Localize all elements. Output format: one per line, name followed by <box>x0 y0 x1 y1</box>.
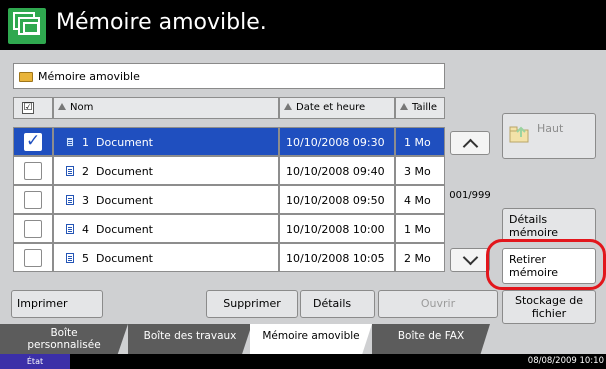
folder-up-icon <box>509 126 529 143</box>
file-name-cell: 5 Document <box>53 243 279 272</box>
document-icon <box>66 253 74 263</box>
tab-job-box[interactable]: Boîte des travaux <box>128 324 252 354</box>
document-icon <box>66 166 74 176</box>
file-storage-button[interactable]: Stockage de fichier <box>502 290 596 324</box>
delete-button[interactable]: Supprimer <box>206 290 298 318</box>
path-text: Mémoire amovible <box>38 70 140 83</box>
row-checkbox[interactable] <box>24 162 42 180</box>
screen: Mémoire amovible. Mémoire amovible ☑ Nom… <box>0 0 606 369</box>
print-button[interactable]: Imprimer <box>11 290 103 318</box>
row-checkbox[interactable] <box>24 191 42 209</box>
status-button[interactable]: État <box>0 354 70 369</box>
file-size-cell: 1 Mo <box>395 127 445 156</box>
table-row[interactable]: 2 Document 10/10/2008 09:40 3 Mo <box>13 156 445 185</box>
memory-details-label-line1: Détails <box>509 213 548 226</box>
column-header-size[interactable]: Taille <box>395 97 445 119</box>
tab-custom-box-label-line1: Boîte <box>50 327 78 339</box>
tab-custom-box-label-line2: personnalisée <box>27 339 101 351</box>
sort-asc-icon <box>284 103 292 110</box>
file-size-cell: 4 Mo <box>395 185 445 214</box>
tab-fax-box-label: Boîte de FAX <box>397 330 465 342</box>
up-level-label: Haut <box>537 122 564 135</box>
row-checkbox-cell[interactable]: ✓ <box>13 127 53 156</box>
details-button[interactable]: Détails <box>300 290 375 318</box>
file-storage-label-line2: fichier <box>531 307 567 320</box>
table-row[interactable]: 5 Document 10/10/2008 10:05 2 Mo <box>13 243 445 272</box>
row-checkbox-cell[interactable] <box>13 185 53 214</box>
page-title: Mémoire amovible. <box>56 10 267 35</box>
document-icon <box>66 224 74 234</box>
up-level-button[interactable]: Haut <box>502 113 596 159</box>
status-bar: État 08/08/2009 10:10 <box>0 354 606 369</box>
column-header-name[interactable]: Nom <box>53 97 279 119</box>
file-storage-label-line1: Stockage de <box>515 294 583 307</box>
tab-removable-memory[interactable]: Mémoire amovible <box>250 324 372 354</box>
row-checkbox[interactable] <box>24 220 42 238</box>
select-all-check-icon: ☑ <box>22 102 34 114</box>
file-date-cell: 10/10/2008 10:05 <box>279 243 395 272</box>
file-date-cell: 10/10/2008 09:30 <box>279 127 395 156</box>
tab-bar: Boîte personnalisée Boîte des travaux Mé… <box>0 324 606 354</box>
file-date-cell: 10/10/2008 10:00 <box>279 214 395 243</box>
checkmark-icon: ✓ <box>26 131 41 151</box>
file-name-cell: 1 Document <box>53 127 279 156</box>
row-checkbox-cell[interactable] <box>13 214 53 243</box>
tab-fax-box[interactable]: Boîte de FAX <box>372 324 490 354</box>
status-datetime: 08/08/2009 10:10 <box>527 356 604 366</box>
file-date-cell: 10/10/2008 09:40 <box>279 156 395 185</box>
tab-job-box-label: Boîte des travaux <box>143 330 237 342</box>
file-size-cell: 3 Mo <box>395 156 445 185</box>
file-size-cell: 2 Mo <box>395 243 445 272</box>
path-breadcrumb: Mémoire amovible <box>13 63 445 89</box>
open-button[interactable]: Ouvrir <box>378 290 498 318</box>
document-icon <box>66 137 74 147</box>
table-header: ☑ Nom Date et heure Taille <box>13 97 445 119</box>
row-checkbox[interactable]: ✓ <box>24 131 42 151</box>
file-name-cell: 4 Document <box>53 214 279 243</box>
sort-asc-icon <box>400 103 408 110</box>
table-row[interactable]: ✓ 1 Document 10/10/2008 09:30 1 Mo <box>13 127 445 156</box>
scroll-down-button[interactable] <box>450 248 490 272</box>
file-size-cell: 1 Mo <box>395 214 445 243</box>
table-row[interactable]: 4 Document 10/10/2008 10:00 1 Mo <box>13 214 445 243</box>
file-name-cell: 2 Document <box>53 156 279 185</box>
tab-removable-memory-label: Mémoire amovible <box>262 330 360 342</box>
document-icon <box>66 195 74 205</box>
row-checkbox-cell[interactable] <box>13 156 53 185</box>
chevron-down-icon <box>462 249 479 266</box>
title-bar: Mémoire amovible. <box>0 0 606 50</box>
highlight-ring <box>486 239 606 290</box>
row-checkbox-cell[interactable] <box>13 243 53 272</box>
chevron-up-icon <box>462 138 479 155</box>
row-checkbox[interactable] <box>24 249 42 267</box>
page-counter: 001/999 <box>449 190 491 201</box>
file-name-cell: 3 Document <box>53 185 279 214</box>
sort-asc-icon <box>58 103 66 110</box>
folder-icon <box>19 72 33 82</box>
column-header-date[interactable]: Date et heure <box>279 97 395 119</box>
table-row[interactable]: 3 Document 10/10/2008 09:50 4 Mo <box>13 185 445 214</box>
document-box-icon <box>8 8 46 44</box>
memory-details-label-line2: mémoire <box>509 226 559 239</box>
scroll-up-button[interactable] <box>450 131 490 155</box>
select-all-checkbox[interactable]: ☑ <box>13 97 53 119</box>
file-date-cell: 10/10/2008 09:50 <box>279 185 395 214</box>
tab-custom-box[interactable]: Boîte personnalisée <box>0 324 128 354</box>
memory-details-button[interactable]: Détails mémoire <box>502 208 596 242</box>
